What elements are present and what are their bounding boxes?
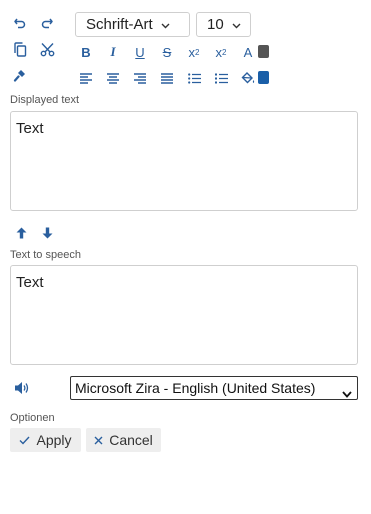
text-to-speech-editor[interactable]: Text	[10, 265, 358, 365]
align-center-icon[interactable]	[104, 69, 122, 87]
subscript-mark: 2	[222, 47, 227, 57]
arrow-up-icon[interactable]	[13, 225, 29, 241]
strikethrough-button[interactable]: S	[157, 42, 177, 62]
speaker-icon[interactable]	[12, 379, 32, 397]
align-justify-icon[interactable]	[158, 69, 176, 87]
cancel-label: Cancel	[109, 432, 153, 448]
italic-button[interactable]: I	[103, 42, 123, 62]
cut-icon[interactable]	[38, 40, 56, 58]
displayed-text-value: Text	[16, 120, 44, 137]
font-family-value: Schrift-Art	[86, 16, 153, 33]
font-family-dropdown[interactable]: Schrift-Art	[75, 12, 190, 37]
chevron-down-icon	[232, 16, 241, 33]
apply-label: Apply	[36, 432, 72, 448]
check-icon	[19, 432, 30, 448]
underline-button[interactable]: U	[130, 42, 150, 62]
voice-select[interactable]: Microsoft Zira - English (United States)	[70, 376, 358, 400]
text-to-speech-value: Text	[16, 274, 44, 291]
bulleted-list-icon[interactable]	[185, 69, 203, 87]
close-icon	[94, 432, 103, 448]
font-color-button[interactable]: A	[238, 42, 258, 62]
align-right-icon[interactable]	[131, 69, 149, 87]
font-size-dropdown[interactable]: 10	[196, 12, 251, 37]
subscript-button[interactable]: x2	[211, 42, 231, 62]
format-painter-icon[interactable]	[11, 66, 29, 84]
superscript-mark: 2	[195, 47, 200, 57]
font-color-swatch[interactable]	[258, 45, 269, 58]
align-left-icon[interactable]	[77, 69, 95, 87]
numbered-list-icon[interactable]	[212, 69, 230, 87]
fill-color-swatch[interactable]	[258, 71, 269, 84]
font-size-value: 10	[207, 16, 224, 33]
fill-bucket-icon[interactable]	[239, 69, 257, 87]
redo-icon[interactable]	[38, 14, 56, 32]
arrow-down-icon[interactable]	[39, 225, 55, 241]
options-label: Optionen	[10, 412, 55, 424]
bold-button[interactable]: B	[76, 42, 96, 62]
text-to-speech-label: Text to speech	[10, 249, 81, 261]
displayed-text-label: Displayed text	[10, 94, 80, 106]
superscript-button[interactable]: x2	[184, 42, 204, 62]
cancel-button[interactable]: Cancel	[86, 428, 161, 452]
apply-button[interactable]: Apply	[10, 428, 81, 452]
displayed-text-editor[interactable]: Text	[10, 111, 358, 211]
copy-icon[interactable]	[11, 40, 29, 58]
undo-icon[interactable]	[11, 14, 29, 32]
chevron-down-icon	[161, 16, 170, 33]
